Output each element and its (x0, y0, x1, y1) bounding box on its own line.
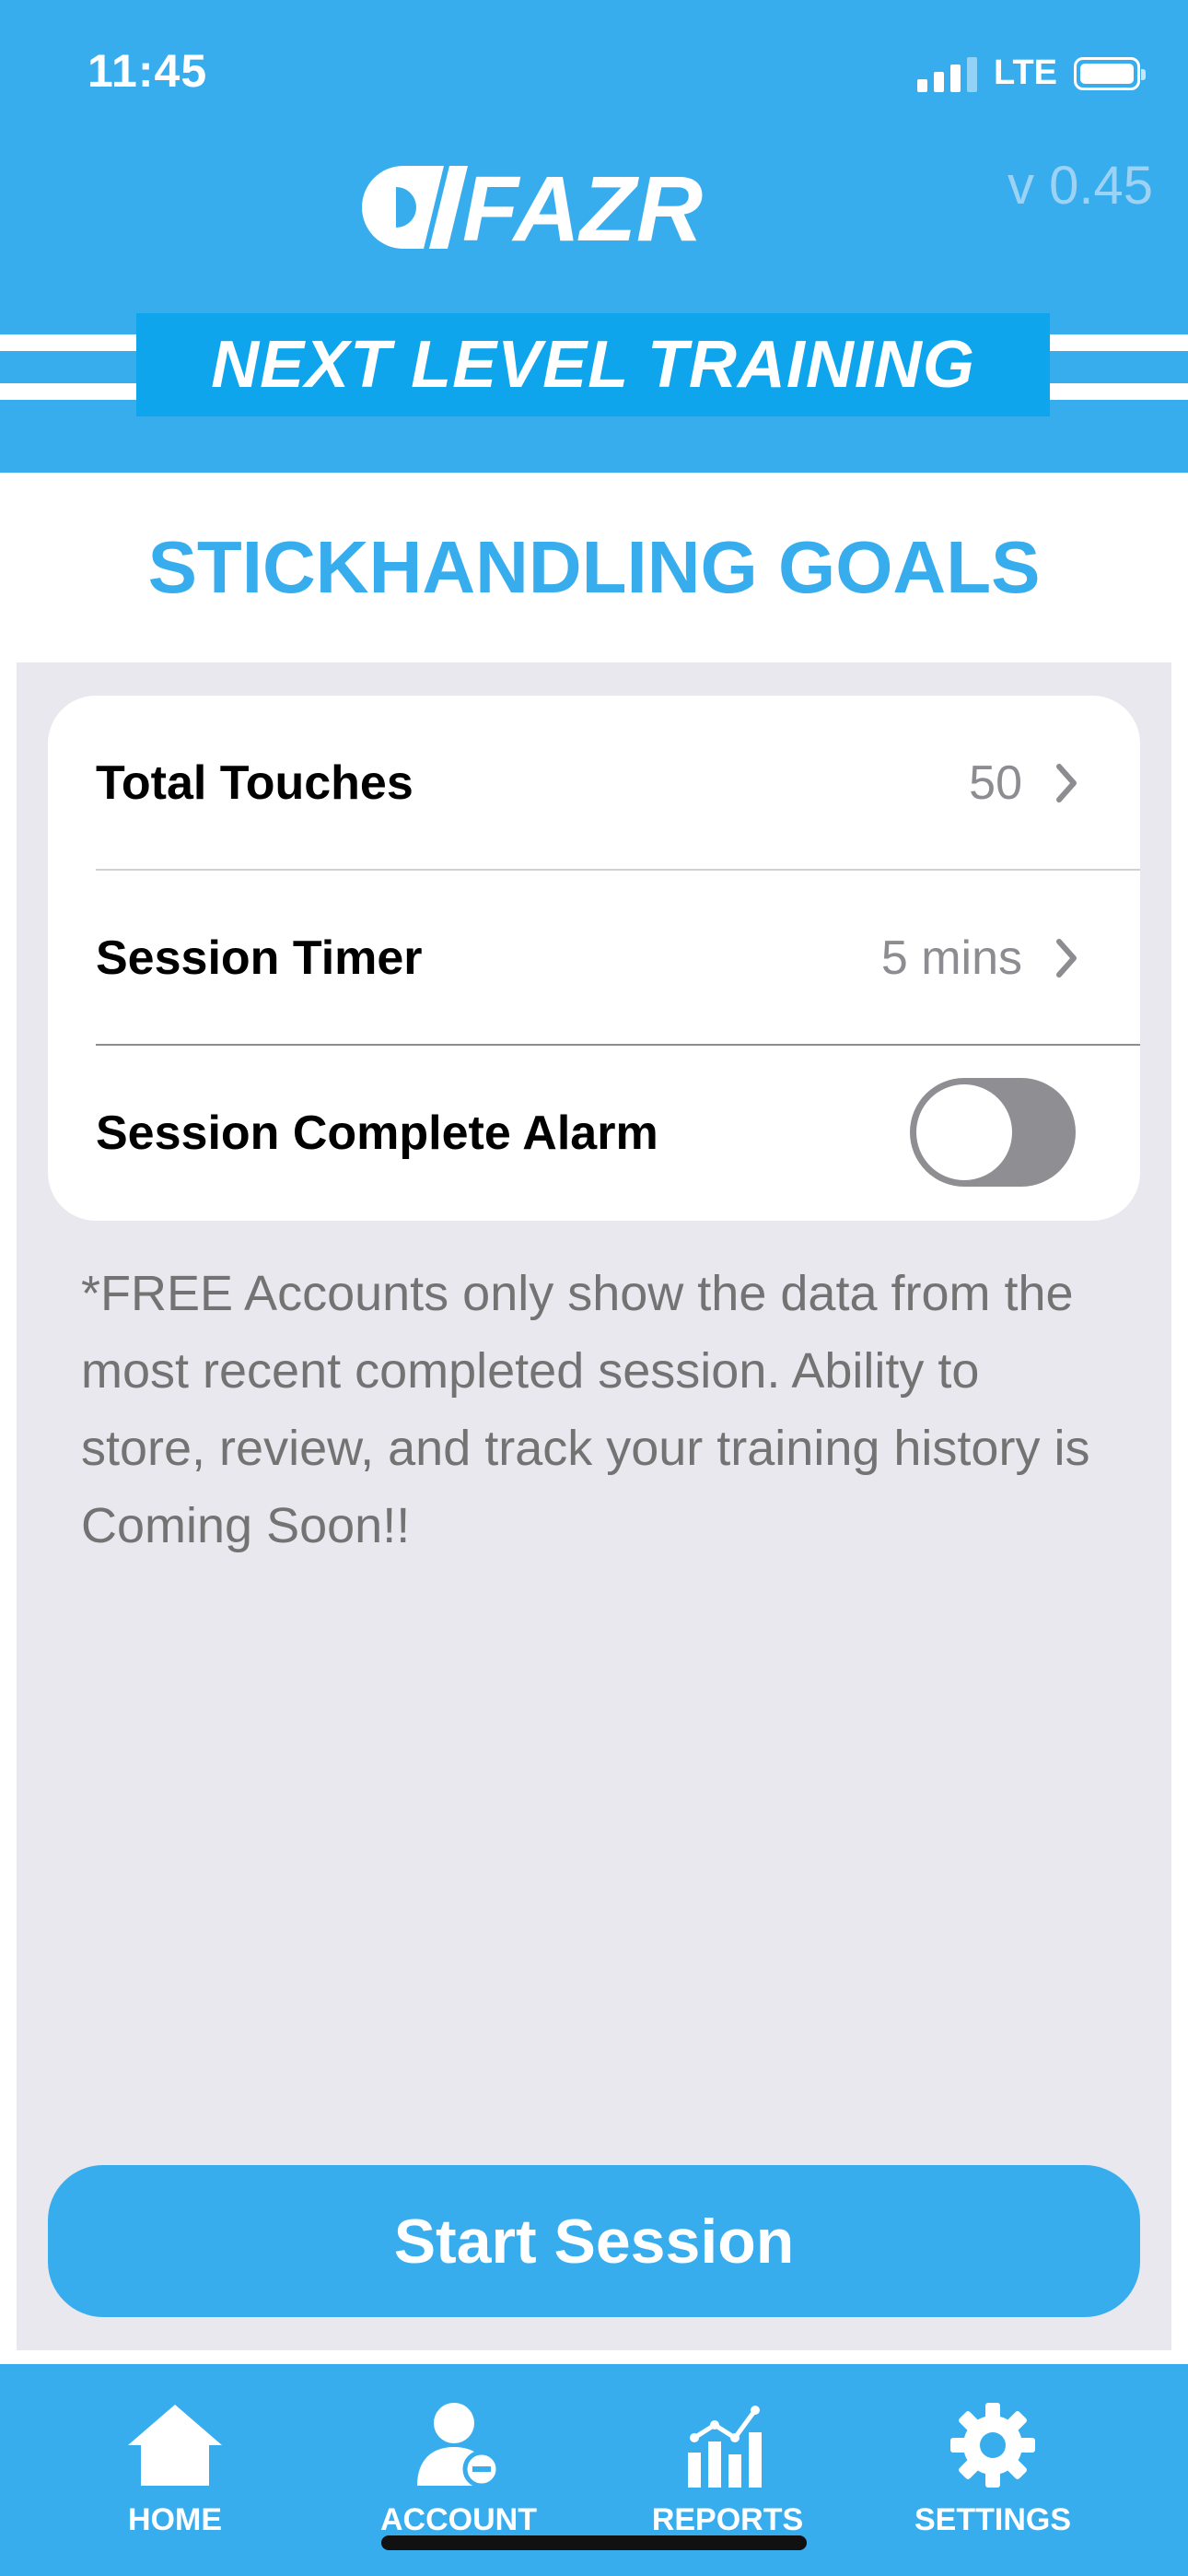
banner-stripe-right-bottom (1050, 383, 1188, 400)
total-touches-row[interactable]: Total Touches 50 (48, 696, 1140, 871)
account-icon (417, 2403, 501, 2488)
network-label: LTE (994, 53, 1057, 92)
tab-settings[interactable]: SETTINGS (882, 2401, 1103, 2558)
tab-home-label: HOME (128, 2502, 222, 2537)
start-session-button[interactable]: Start Session (48, 2165, 1140, 2317)
session-timer-label: Session Timer (96, 931, 423, 985)
signal-icon (917, 55, 978, 92)
battery-icon (1074, 56, 1146, 90)
status-indicators: LTE (917, 53, 1146, 93)
total-touches-value: 50 (969, 756, 1022, 810)
home-indicator (381, 2535, 807, 2550)
logo-text: FAZR (462, 161, 703, 253)
tagline-banner: NEXT LEVEL TRAINING (136, 313, 1050, 416)
toggle-knob (916, 1084, 1012, 1180)
tab-account-label: ACCOUNT (380, 2502, 537, 2537)
reports-icon (688, 2406, 762, 2488)
tab-reports[interactable]: REPORTS (617, 2401, 838, 2558)
free-account-note: *FREE Accounts only show the data from t… (81, 1266, 1090, 1553)
fazr-logo: FAZR (362, 161, 703, 253)
session-timer-value: 5 mins (880, 931, 1022, 985)
banner-stripe-left-top (0, 334, 136, 351)
tab-home[interactable]: HOME (64, 2401, 285, 2558)
goals-settings-card: Total Touches 50 Session Timer 5 mins Se… (48, 696, 1140, 1221)
session-alarm-toggle[interactable] (910, 1078, 1076, 1187)
home-icon (128, 2405, 222, 2486)
session-timer-row[interactable]: Session Timer 5 mins (48, 871, 1140, 1046)
chevron-right-icon (1056, 764, 1077, 802)
tagline-text: NEXT LEVEL TRAINING (211, 328, 975, 402)
total-touches-label: Total Touches (96, 756, 413, 810)
app-header: 11:45 LTE FAZR v 0.45 NEXT LEVEL TRAININ… (0, 0, 1188, 473)
tab-settings-label: SETTINGS (914, 2502, 1072, 2537)
page-title: STICKHANDLING GOALS (147, 526, 1041, 608)
tab-reports-label: REPORTS (651, 2502, 804, 2537)
status-bar: 11:45 LTE (0, 0, 1188, 147)
version-label: v 0.45 (1007, 156, 1153, 216)
chevron-right-icon (1056, 939, 1077, 978)
status-time: 11:45 (87, 45, 208, 97)
tab-account[interactable]: ACCOUNT (348, 2401, 569, 2558)
banner-stripe-right-top (1050, 334, 1188, 351)
gear-icon (950, 2403, 1035, 2488)
session-alarm-label: Session Complete Alarm (96, 1107, 658, 1160)
banner-stripe-left-bottom (0, 383, 136, 400)
